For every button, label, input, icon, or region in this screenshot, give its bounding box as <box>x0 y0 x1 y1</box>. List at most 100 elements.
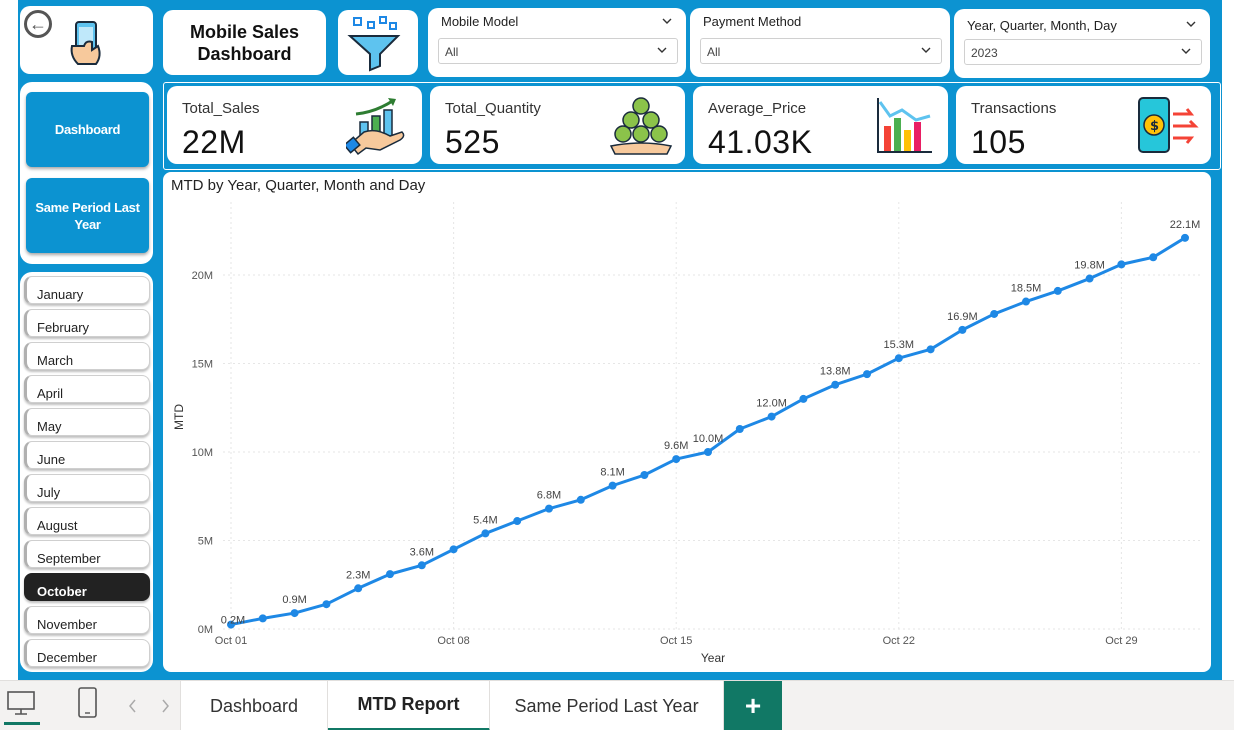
month-button-may[interactable]: May <box>24 408 150 436</box>
month-button-november[interactable]: November <box>24 606 150 634</box>
kpi-label: Average_Price <box>708 100 807 117</box>
desktop-view-icon[interactable] <box>6 689 38 719</box>
logo-tile: ← <box>20 6 153 74</box>
data-label: 9.6M <box>664 440 688 452</box>
data-point <box>290 609 299 618</box>
data-point <box>958 325 967 334</box>
date-hierarchy-slicer: Year, Quarter, Month, Day 2023 <box>954 9 1210 78</box>
data-point <box>1022 297 1030 306</box>
kpi-label: Total_Quantity <box>445 100 541 117</box>
mobile-view-icon[interactable] <box>77 686 99 720</box>
payment-method-dropdown[interactable]: All <box>700 38 942 64</box>
data-point <box>258 614 267 623</box>
kpi-value: 105 <box>971 124 1026 160</box>
data-point <box>990 309 999 318</box>
kpi-card-average-price: Average_Price 41.03K <box>693 86 948 164</box>
tab-mtd-report[interactable]: MTD Report <box>328 681 490 730</box>
coin-stack-icon <box>609 97 673 155</box>
mobile-model-slicer: Mobile Model All <box>428 8 686 77</box>
y-axis-title: MTD <box>172 404 186 430</box>
kpi-label: Total_Sales <box>182 100 260 117</box>
tab-same-period-last-year[interactable]: Same Period Last Year <box>490 681 724 730</box>
data-label: 0.9M <box>282 594 306 606</box>
nav-button-same-period-last-year[interactable]: Same Period Last Year <box>26 178 149 253</box>
page-tab-bar: Dashboard MTD Report Same Period Last Ye… <box>0 680 1234 730</box>
mtd-line-chart[interactable]: MTD by Year, Quarter, Month and Day 0M 5M… <box>163 172 1211 672</box>
page-title-line2: Dashboard <box>197 43 292 64</box>
kpi-card-transactions: Transactions 105 $ <box>956 86 1211 164</box>
chevron-left-icon[interactable] <box>128 699 138 713</box>
bar-chart-icon <box>877 98 932 153</box>
data-point <box>417 561 426 570</box>
desktop-view-indicator <box>4 722 40 725</box>
navigation-panel: Dashboard Same Period Last Year <box>20 82 153 264</box>
month-button-april[interactable]: April <box>24 375 150 403</box>
report-canvas: ← Dashboard Same Period Last Year Januar… <box>0 0 1234 730</box>
payment-method-value: All <box>707 45 721 59</box>
month-button-march[interactable]: March <box>24 342 150 370</box>
kpi-value: 41.03K <box>708 124 813 160</box>
phone-hand-icon <box>70 21 101 65</box>
data-point <box>322 600 331 609</box>
page-title-line1: Mobile Sales <box>189 21 300 42</box>
data-label: 16.9M <box>947 311 978 323</box>
data-label: 10.0M <box>693 433 724 445</box>
x-tick-label: Oct 15 <box>660 635 692 647</box>
x-tick-label: Oct 29 <box>1105 635 1137 647</box>
data-label: 18.5M <box>1011 283 1042 295</box>
report-page: ← Dashboard Same Period Last Year Januar… <box>18 0 1222 680</box>
y-tick-label: 5M <box>198 536 213 548</box>
date-hierarchy-title: Year, Quarter, Month, Day <box>967 18 1117 33</box>
data-point <box>831 380 840 389</box>
add-page-button[interactable]: + <box>724 681 782 730</box>
data-point <box>576 495 585 504</box>
data-point <box>767 412 776 421</box>
filter-tile <box>338 10 418 75</box>
chevron-down-icon <box>921 47 931 53</box>
data-label: 6.8M <box>537 490 561 502</box>
month-button-january[interactable]: January <box>24 276 150 304</box>
data-point <box>640 471 649 480</box>
chevron-down-icon[interactable] <box>1186 19 1196 29</box>
data-label: 19.8M <box>1074 260 1105 272</box>
chart-plot: 0M 5M 10M 15M 20M Oct 01 Oct 08 Oct 15 Oct 22 Oct… <box>172 202 1203 665</box>
back-arrow-icon[interactable]: ← <box>24 10 52 38</box>
money-growth-icon <box>346 98 405 156</box>
data-point <box>735 424 744 433</box>
date-hierarchy-value: 2023 <box>971 46 998 60</box>
nav-button-dashboard[interactable]: Dashboard <box>26 92 149 167</box>
month-button-august[interactable]: August <box>24 507 150 535</box>
data-point <box>1085 274 1094 283</box>
date-hierarchy-dropdown[interactable]: 2023 <box>964 39 1202 65</box>
data-point <box>386 570 394 579</box>
page-title: Mobile Sales Dashboard <box>163 10 326 75</box>
data-label: 15.3M <box>884 339 915 351</box>
mobile-model-title: Mobile Model <box>441 14 519 29</box>
mobile-model-dropdown[interactable]: All <box>438 38 678 64</box>
filter-funnel-icon <box>347 16 401 72</box>
x-tick-label: Oct 22 <box>883 635 915 647</box>
month-button-december[interactable]: December <box>24 639 150 667</box>
x-tick-label: Oct 08 <box>437 635 469 647</box>
month-button-july[interactable]: July <box>24 474 150 502</box>
y-tick-label: 0M <box>198 624 213 636</box>
tab-dashboard[interactable]: Dashboard <box>180 681 328 730</box>
chevron-down-icon <box>1181 48 1191 54</box>
x-tick-label: Oct 01 <box>215 635 247 647</box>
kpi-value: 525 <box>445 124 500 160</box>
payment-method-title: Payment Method <box>703 14 802 29</box>
month-button-february[interactable]: February <box>24 309 150 337</box>
kpi-label: Transactions <box>971 100 1057 117</box>
data-point <box>672 455 681 464</box>
month-button-october[interactable]: October <box>24 573 150 601</box>
mtd-series-line <box>230 236 1186 627</box>
data-label: 5.4M <box>473 514 497 526</box>
y-tick-label: 10M <box>192 447 213 459</box>
chevron-right-icon[interactable] <box>160 699 170 713</box>
chevron-down-icon[interactable] <box>662 16 672 26</box>
data-point <box>1117 260 1126 269</box>
data-label: 13.8M <box>820 366 851 378</box>
month-button-september[interactable]: September <box>24 540 150 568</box>
mobile-model-value: All <box>445 45 459 59</box>
month-button-june[interactable]: June <box>24 441 150 469</box>
